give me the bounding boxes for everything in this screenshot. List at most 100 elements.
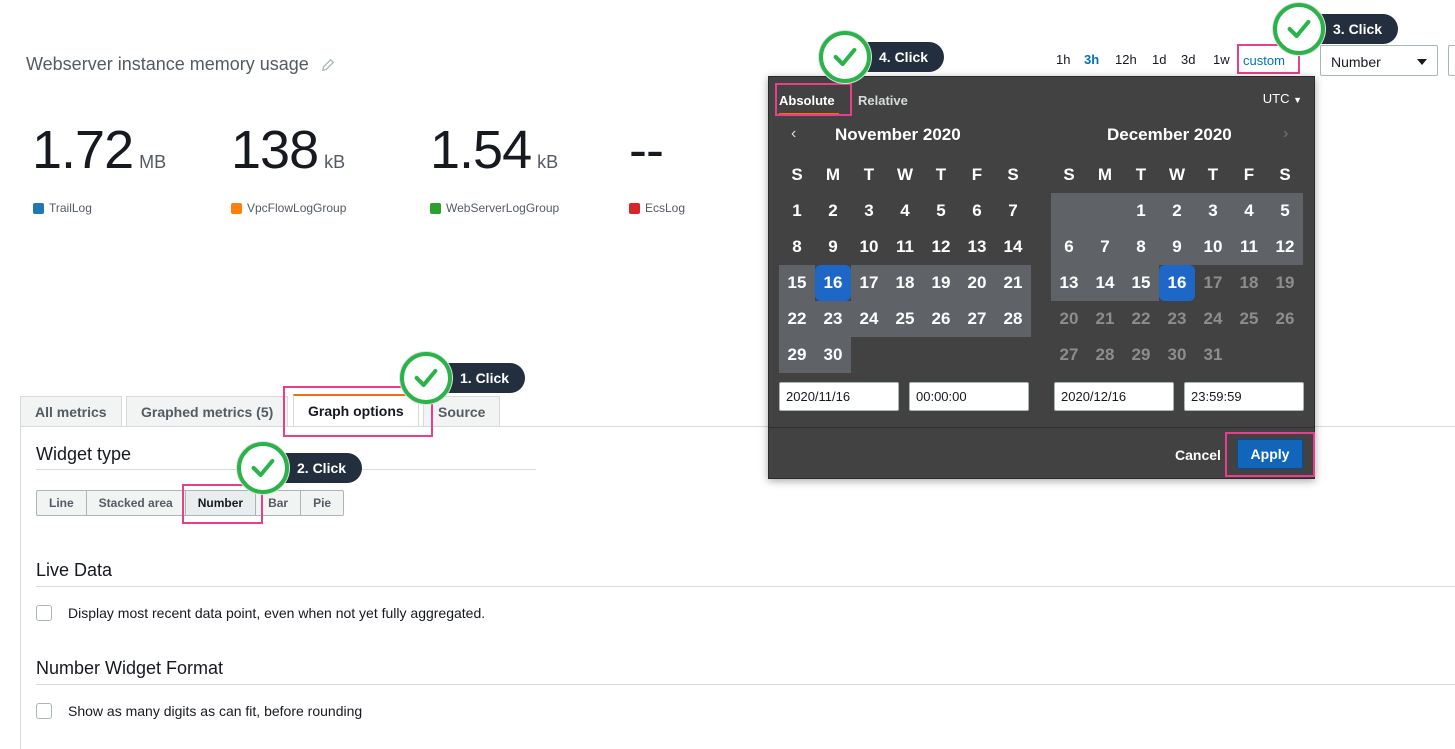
range-3h[interactable]: 3h <box>1084 52 1099 67</box>
tab-relative[interactable]: Relative <box>858 93 908 108</box>
day-cell[interactable]: 10 <box>851 229 887 265</box>
live-data-checkbox[interactable] <box>36 605 52 621</box>
weekday-header: T <box>935 165 947 184</box>
legend-webserverloggroup[interactable]: WebServerLogGroup <box>430 201 559 215</box>
range-3d[interactable]: 3d <box>1181 52 1195 67</box>
day-cell[interactable]: 11 <box>1231 229 1267 265</box>
day-cell[interactable]: 10 <box>1195 229 1231 265</box>
day-cell-disabled: 20 <box>1059 309 1079 328</box>
legend-swatch <box>231 202 242 214</box>
day-cell[interactable]: 6 <box>1051 229 1087 265</box>
day-cell-disabled: 28 <box>1095 345 1115 364</box>
weekday-header: W <box>896 165 914 184</box>
day-cell[interactable]: 14 <box>995 229 1031 265</box>
number-format-checkbox[interactable] <box>36 703 52 719</box>
left-month-title: November 2020 <box>835 125 961 144</box>
day-cell[interactable]: 5 <box>923 193 959 229</box>
edit-pencil-icon[interactable] <box>321 58 335 72</box>
metric-number: 138 <box>231 120 319 180</box>
day-cell[interactable]: 24 <box>851 301 887 337</box>
day-cell[interactable]: 9 <box>1159 229 1195 265</box>
highlight-absolute <box>775 83 852 116</box>
range-1d[interactable]: 1d <box>1152 52 1166 67</box>
day-cell[interactable]: 1 <box>779 193 815 229</box>
day-cell[interactable]: 12 <box>923 229 959 265</box>
calendar-november: S M T W T F S 1 2 3 4 5 6 7 8 9 10 11 12… <box>779 157 1031 373</box>
cancel-button[interactable]: Cancel <box>1175 447 1221 463</box>
tab-graphed-metrics[interactable]: Graphed metrics (5) <box>126 396 289 426</box>
range-1w[interactable]: 1w <box>1213 52 1230 67</box>
callout-step-4: 4. Click <box>819 31 945 83</box>
day-cell-disabled: 25 <box>1239 309 1259 328</box>
day-cell[interactable]: 2 <box>1159 193 1195 229</box>
weekday-header: T <box>1207 165 1219 184</box>
day-cell[interactable]: 4 <box>1231 193 1267 229</box>
day-cell[interactable]: 8 <box>1123 229 1159 265</box>
legend-vpcflowloggroup[interactable]: VpcFlowLogGroup <box>231 201 346 215</box>
prev-month-arrow-icon[interactable]: ‹ <box>791 125 796 143</box>
day-cell[interactable]: 27 <box>959 301 995 337</box>
actions-select[interactable] <box>1448 45 1455 76</box>
day-cell[interactable]: 7 <box>1087 229 1123 265</box>
day-cell[interactable]: 13 <box>959 229 995 265</box>
day-cell[interactable]: 15 <box>779 265 815 301</box>
day-cell[interactable]: 15 <box>1123 265 1159 301</box>
widget-type-stacked-area[interactable]: Stacked area <box>85 490 185 516</box>
day-cell[interactable]: 11 <box>887 229 923 265</box>
day-cell[interactable]: 23 <box>815 301 851 337</box>
next-month-arrow-icon[interactable]: › <box>1283 125 1288 143</box>
day-cell[interactable]: 17 <box>851 265 887 301</box>
day-cell[interactable]: 22 <box>779 301 815 337</box>
end-time-input[interactable] <box>1184 382 1304 411</box>
weekday-header: W <box>1168 165 1186 184</box>
day-cell[interactable]: 6 <box>959 193 995 229</box>
legend-ecslog[interactable]: EcsLog <box>629 201 685 215</box>
day-cell[interactable]: 14 <box>1087 265 1123 301</box>
metric-unit: MB <box>139 152 167 172</box>
day-cell[interactable]: 21 <box>995 265 1031 301</box>
end-date-input[interactable] <box>1054 382 1174 411</box>
day-cell[interactable]: 29 <box>779 337 815 373</box>
timezone-dropdown[interactable]: UTC ▼ <box>1263 91 1302 106</box>
day-cell-disabled: 29 <box>1131 345 1151 364</box>
day-cell[interactable]: 2 <box>815 193 851 229</box>
widget-type-heading: Widget type <box>36 444 132 464</box>
metric-number: 1.54 <box>430 120 532 180</box>
day-cell[interactable]: 12 <box>1267 229 1303 265</box>
day-cell-selected-end[interactable]: 16 <box>1159 265 1195 301</box>
day-cell[interactable]: 25 <box>887 301 923 337</box>
day-cell[interactable]: 19 <box>923 265 959 301</box>
day-cell[interactable]: 8 <box>779 229 815 265</box>
day-cell[interactable]: 30 <box>815 337 851 373</box>
range-12h[interactable]: 12h <box>1115 52 1137 67</box>
day-cell[interactable]: 3 <box>851 193 887 229</box>
day-cell[interactable]: 1 <box>1123 193 1159 229</box>
day-cell[interactable]: 3 <box>1195 193 1231 229</box>
day-cell[interactable]: 9 <box>815 229 851 265</box>
day-cell[interactable]: 5 <box>1267 193 1303 229</box>
tab-all-metrics[interactable]: All metrics <box>20 396 122 426</box>
day-cell[interactable]: 4 <box>887 193 923 229</box>
day-cell[interactable]: 18 <box>887 265 923 301</box>
start-time-input[interactable] <box>909 382 1029 411</box>
day-cell[interactable]: 7 <box>995 193 1031 229</box>
day-cell[interactable]: 13 <box>1051 265 1087 301</box>
day-cell[interactable]: 28 <box>995 301 1031 337</box>
day-cell-disabled: 30 <box>1167 345 1187 364</box>
callout-step-3: 3. Click <box>1273 3 1399 55</box>
metric-value-webserverloggroup: 1.54 kB <box>430 118 558 182</box>
day-cell[interactable]: 20 <box>959 265 995 301</box>
weekday-header: F <box>971 165 983 184</box>
divider <box>36 586 1455 587</box>
legend-traillog[interactable]: TrailLog <box>33 201 92 215</box>
day-cell-selected-start[interactable]: 16 <box>815 265 851 301</box>
metric-unit: kB <box>324 152 346 172</box>
start-date-input[interactable] <box>779 382 899 411</box>
legend-label: VpcFlowLogGroup <box>247 201 347 215</box>
range-1h[interactable]: 1h <box>1056 52 1070 67</box>
widget-type-line[interactable]: Line <box>36 490 86 516</box>
day-cell[interactable]: 26 <box>923 301 959 337</box>
weekday-header: S <box>1279 165 1291 184</box>
timezone-value: UTC <box>1262 91 1290 106</box>
callout-step-2: 2. Click <box>237 442 363 494</box>
